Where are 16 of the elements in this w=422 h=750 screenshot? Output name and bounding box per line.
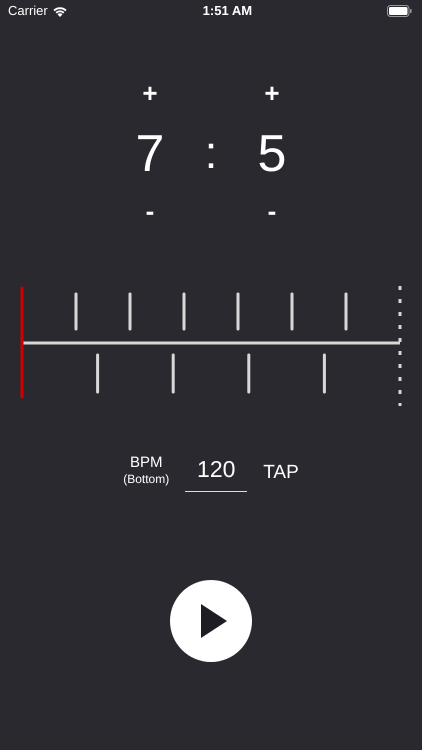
tap-button[interactable]: TAP xyxy=(263,458,299,487)
increment-button[interactable]: + xyxy=(134,80,166,106)
bpm-field[interactable]: 120 xyxy=(185,450,248,492)
clock-time: 1:51 AM xyxy=(202,2,252,20)
bpm-label: BPM xyxy=(130,455,162,472)
wifi-icon xyxy=(52,5,68,17)
top-beat-count: 7 xyxy=(136,128,164,180)
bottom-beat-count: 5 xyxy=(258,128,286,180)
play-icon xyxy=(200,604,226,638)
battery-icon xyxy=(386,5,412,17)
decrement-button[interactable]: - xyxy=(260,198,284,224)
bpm-sublabel: (Bottom) xyxy=(123,472,170,486)
decrement-button[interactable]: - xyxy=(138,198,162,224)
increment-button[interactable]: + xyxy=(256,80,288,106)
carrier-label: Carrier xyxy=(8,2,48,20)
ratio-separator: : xyxy=(204,129,218,175)
